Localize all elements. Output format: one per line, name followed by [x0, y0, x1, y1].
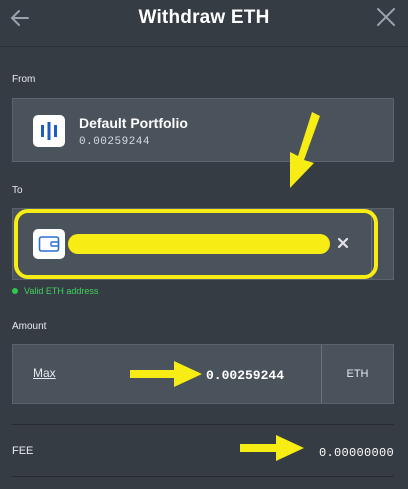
portfolio-selector[interactable]: Default Portfolio 0.00259244 [12, 98, 394, 162]
valid-dot-icon [12, 288, 18, 294]
close-icon[interactable] [374, 5, 398, 29]
address-input[interactable] [68, 234, 330, 254]
fee-divider-bottom [12, 476, 394, 477]
to-label: To [12, 185, 23, 196]
fee-label: FEE [12, 445, 34, 457]
clear-icon[interactable] [336, 236, 350, 250]
fee-divider-top [12, 424, 394, 425]
arrow-annotation-amount [130, 361, 202, 387]
fee-value: 0.00000000 [318, 446, 394, 460]
amount-label: Amount [12, 321, 47, 332]
arrow-left-icon[interactable] [8, 6, 32, 30]
arrow-annotation-fee [240, 435, 304, 461]
validation-status: Valid ETH address [12, 286, 98, 296]
arrow-annotation-address [290, 112, 320, 188]
header-divider [0, 46, 408, 47]
portfolio-name: Default Portfolio [79, 115, 188, 131]
max-button[interactable]: Max [33, 366, 56, 380]
from-label: From [12, 74, 36, 85]
page-title: Withdraw ETH [138, 7, 270, 28]
validation-text: Valid ETH address [24, 286, 99, 296]
portfolio-balance: 0.00259244 [79, 136, 151, 148]
wallet-icon [33, 229, 65, 259]
header: Withdraw ETH [0, 0, 408, 36]
amount-value[interactable]: 0.00259244 [206, 368, 306, 383]
portfolio-bars-icon [33, 115, 65, 147]
currency-selector[interactable]: ETH [322, 345, 393, 403]
